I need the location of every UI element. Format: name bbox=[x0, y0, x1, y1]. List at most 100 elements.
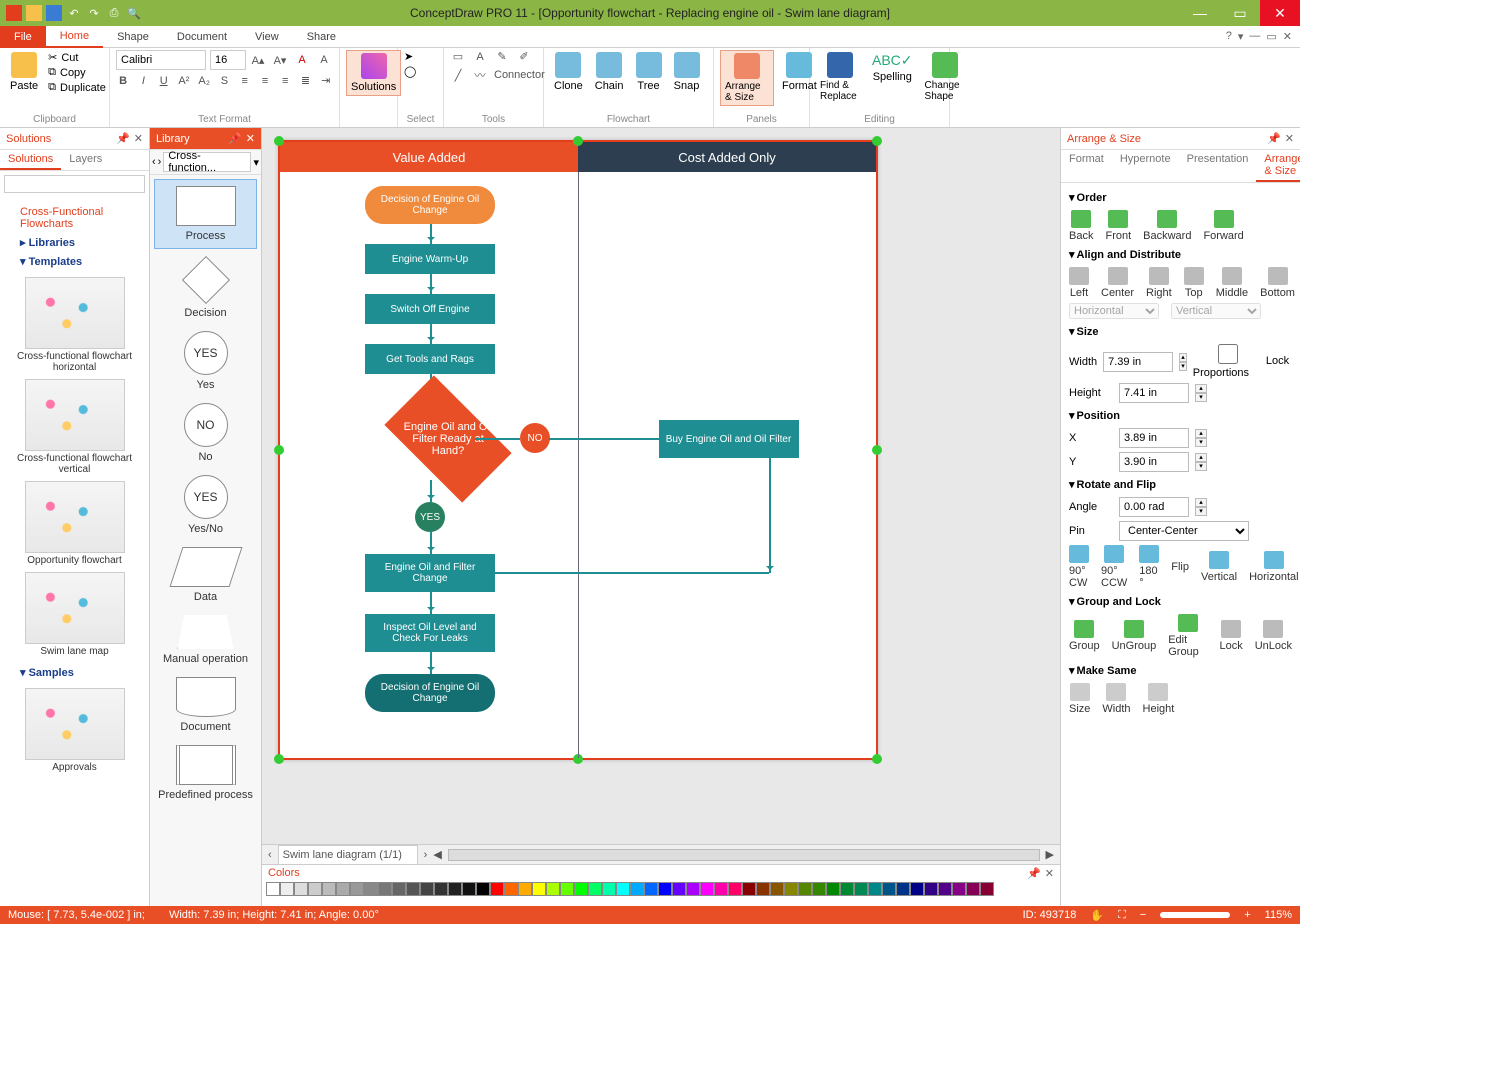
color-swatch[interactable] bbox=[700, 882, 714, 896]
color-swatch[interactable] bbox=[882, 882, 896, 896]
collapse-ribbon-icon[interactable]: ▾ bbox=[1238, 30, 1244, 43]
sel-handle-n[interactable] bbox=[573, 136, 583, 146]
color-swatch[interactable] bbox=[560, 882, 574, 896]
height-up[interactable]: ▴ bbox=[1195, 384, 1207, 393]
color-swatch[interactable] bbox=[280, 882, 294, 896]
zoom-slider[interactable] bbox=[1160, 912, 1230, 918]
btn-90cw[interactable]: 90° CW bbox=[1069, 545, 1089, 589]
chain-button[interactable]: Chain bbox=[591, 50, 628, 94]
template-thumb-0[interactable] bbox=[25, 277, 125, 349]
color-swatch[interactable] bbox=[714, 882, 728, 896]
rectangle-tool-icon[interactable]: ▭ bbox=[450, 50, 466, 63]
font-size-select[interactable]: 16 bbox=[210, 50, 246, 70]
color-swatch[interactable] bbox=[966, 882, 980, 896]
width-up[interactable]: ▴ bbox=[1179, 353, 1187, 362]
library-selector[interactable]: Cross-function... bbox=[163, 152, 251, 172]
sec-rotate[interactable]: Rotate and Flip bbox=[1069, 474, 1292, 495]
pin-select[interactable]: Center-Center bbox=[1119, 521, 1249, 541]
rp-tab-presentation[interactable]: Presentation bbox=[1179, 150, 1257, 182]
color-swatch[interactable] bbox=[910, 882, 924, 896]
pin-icon[interactable]: 📌 bbox=[1027, 867, 1041, 880]
btn-forward[interactable]: Forward bbox=[1203, 210, 1243, 242]
color-swatch[interactable] bbox=[854, 882, 868, 896]
highlight-icon[interactable]: A bbox=[316, 54, 332, 66]
help-icon[interactable]: ? bbox=[1226, 30, 1232, 43]
pin-icon[interactable]: 📌 bbox=[228, 132, 242, 145]
height-down[interactable]: ▾ bbox=[1195, 393, 1207, 402]
angle-down[interactable]: ▾ bbox=[1195, 507, 1207, 516]
color-swatch[interactable] bbox=[532, 882, 546, 896]
eyedropper-icon[interactable]: ✐ bbox=[516, 50, 532, 63]
btn-same-width[interactable]: Width bbox=[1102, 683, 1130, 715]
lib-item-document[interactable]: Document bbox=[154, 671, 257, 739]
y-up[interactable]: ▴ bbox=[1195, 453, 1207, 462]
pin-icon[interactable]: 📌 bbox=[1267, 132, 1281, 145]
color-swatch[interactable] bbox=[350, 882, 364, 896]
node-end[interactable]: Decision of Engine Oil Change bbox=[365, 674, 495, 712]
zoom-out-icon[interactable]: − bbox=[1140, 909, 1146, 921]
x-down[interactable]: ▾ bbox=[1195, 438, 1207, 447]
btn-group[interactable]: Group bbox=[1069, 620, 1100, 652]
color-swatch[interactable] bbox=[448, 882, 462, 896]
qat-open-icon[interactable] bbox=[26, 5, 42, 21]
align-center-icon[interactable]: ≡ bbox=[258, 75, 272, 87]
change-shape-button[interactable]: Change Shape bbox=[921, 50, 969, 104]
arrange-size-button[interactable]: Arrange & Size bbox=[720, 50, 774, 106]
lib-next-icon[interactable]: › bbox=[158, 156, 162, 168]
btn-ungroup[interactable]: UnGroup bbox=[1112, 620, 1157, 652]
node-inspect[interactable]: Inspect Oil Level and Check For Leaks bbox=[365, 614, 495, 652]
btn-align-bottom[interactable]: Bottom bbox=[1260, 267, 1295, 299]
curve-tool-icon[interactable]: 〰 bbox=[472, 67, 488, 83]
link-cross-functional[interactable]: Cross-Functional Flowcharts bbox=[6, 203, 143, 233]
maximize-button[interactable]: ▭ bbox=[1220, 0, 1260, 26]
qat-undo-icon[interactable]: ↶ bbox=[66, 5, 82, 21]
qat-print-icon[interactable]: ⎙ bbox=[106, 5, 122, 21]
underline-icon[interactable]: U bbox=[157, 75, 171, 87]
cut-button[interactable]: ✂Cut bbox=[46, 50, 108, 65]
color-swatch[interactable] bbox=[364, 882, 378, 896]
color-swatch[interactable] bbox=[980, 882, 994, 896]
btn-180[interactable]: 180 ° bbox=[1139, 545, 1159, 589]
y-input[interactable] bbox=[1119, 452, 1189, 472]
panel-close-icon[interactable]: ✕ bbox=[246, 132, 255, 145]
color-swatch[interactable] bbox=[868, 882, 882, 896]
x-input[interactable] bbox=[1119, 428, 1189, 448]
color-swatch[interactable] bbox=[728, 882, 742, 896]
btn-backward[interactable]: Backward bbox=[1143, 210, 1191, 242]
lib-item-yesno[interactable]: YESYes/No bbox=[154, 469, 257, 541]
color-swatch[interactable] bbox=[672, 882, 686, 896]
lib-item-data[interactable]: Data bbox=[154, 541, 257, 609]
color-swatch[interactable] bbox=[784, 882, 798, 896]
lib-item-manual[interactable]: Manual operation bbox=[154, 609, 257, 671]
lib-menu-icon[interactable]: ▾ bbox=[253, 156, 259, 169]
sec-order[interactable]: Order bbox=[1069, 187, 1292, 208]
solutions-tab[interactable]: Solutions bbox=[0, 150, 61, 170]
link-templates[interactable]: Templates bbox=[6, 252, 143, 271]
btn-lock[interactable]: Lock bbox=[1219, 620, 1242, 652]
zoom-value[interactable]: 115% bbox=[1265, 909, 1292, 921]
color-swatch[interactable] bbox=[504, 882, 518, 896]
copy-button[interactable]: ⧉Copy bbox=[46, 65, 108, 80]
btn-align-top[interactable]: Top bbox=[1184, 267, 1204, 299]
lib-item-no[interactable]: NONo bbox=[154, 397, 257, 469]
subscript-icon[interactable]: A₂ bbox=[197, 75, 211, 87]
page-prev-icon[interactable]: ‹ bbox=[268, 849, 272, 861]
indent-icon[interactable]: ⇥ bbox=[319, 74, 333, 87]
rp-tab-hypernote[interactable]: Hypernote bbox=[1112, 150, 1179, 182]
sel-handle-nw[interactable] bbox=[274, 136, 284, 146]
color-swatch[interactable] bbox=[322, 882, 336, 896]
connector-dropdown[interactable]: Connector bbox=[494, 69, 510, 81]
color-swatch[interactable] bbox=[658, 882, 672, 896]
color-swatch[interactable] bbox=[840, 882, 854, 896]
tree-button[interactable]: Tree bbox=[632, 50, 666, 94]
strikethrough-icon[interactable]: S bbox=[217, 75, 231, 87]
template-thumb-1[interactable] bbox=[25, 379, 125, 451]
tab-document[interactable]: Document bbox=[163, 26, 241, 48]
tab-shape[interactable]: Shape bbox=[103, 26, 163, 48]
hscroll-right-icon[interactable]: ▶ bbox=[1046, 848, 1054, 861]
btn-flip-h[interactable]: Horizontal bbox=[1249, 551, 1299, 583]
bullets-icon[interactable]: ≣ bbox=[298, 74, 312, 87]
node-no[interactable]: NO bbox=[520, 423, 550, 453]
node-off[interactable]: Switch Off Engine bbox=[365, 294, 495, 324]
node-change[interactable]: Engine Oil and Filter Change bbox=[365, 554, 495, 592]
